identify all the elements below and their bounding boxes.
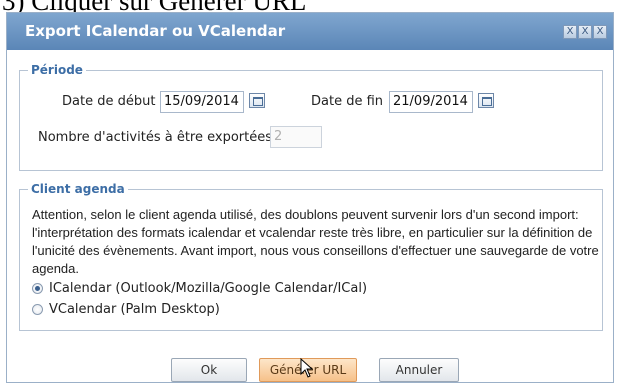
dialog-titlebar[interactable]: Export ICalendar ou VCalendar X X X xyxy=(7,13,613,50)
close-icon[interactable]: X xyxy=(593,25,607,39)
close-icon[interactable]: X xyxy=(578,25,592,39)
mouse-cursor-icon xyxy=(300,358,314,378)
periode-group: Période Date de début 15/09/2014 Date de… xyxy=(19,63,603,171)
close-icon[interactable]: X xyxy=(563,25,577,39)
radio-vcalendar[interactable]: VCalendar (Palm Desktop) xyxy=(32,302,220,317)
end-date-field[interactable]: 21/09/2014 xyxy=(389,91,473,113)
radio-unselected-icon[interactable] xyxy=(32,304,43,315)
activity-count-field: 2 xyxy=(270,126,322,148)
radio-icalendar[interactable]: ICalendar (Outlook/Mozilla/Google Calend… xyxy=(32,281,367,296)
client-agenda-notice: Attention, selon le client agenda utilis… xyxy=(32,207,599,276)
start-date-field[interactable]: 15/09/2014 xyxy=(160,91,244,113)
start-date-label: Date de début xyxy=(62,94,156,109)
ok-button[interactable]: Ok xyxy=(171,358,247,382)
radio-selected-icon[interactable] xyxy=(32,283,43,294)
dialog-title: Export ICalendar ou VCalendar xyxy=(25,22,286,40)
client-agenda-group: Client agenda Attention, selon le client… xyxy=(19,182,603,331)
cancel-button[interactable]: Annuler xyxy=(379,358,459,382)
activity-count-label: Nombre d'activités à être exportées xyxy=(38,130,272,145)
calendar-icon[interactable] xyxy=(249,93,265,108)
window-controls: X X X xyxy=(563,25,607,39)
radio-vcalendar-label: VCalendar (Palm Desktop) xyxy=(49,302,220,317)
end-date-label: Date de fin xyxy=(311,94,384,109)
client-agenda-legend: Client agenda xyxy=(28,182,128,196)
export-dialog: Export ICalendar ou VCalendar X X X Péri… xyxy=(6,12,614,383)
radio-icalendar-label: ICalendar (Outlook/Mozilla/Google Calend… xyxy=(49,281,368,296)
periode-legend: Période xyxy=(28,63,86,77)
calendar-icon[interactable] xyxy=(478,93,494,108)
